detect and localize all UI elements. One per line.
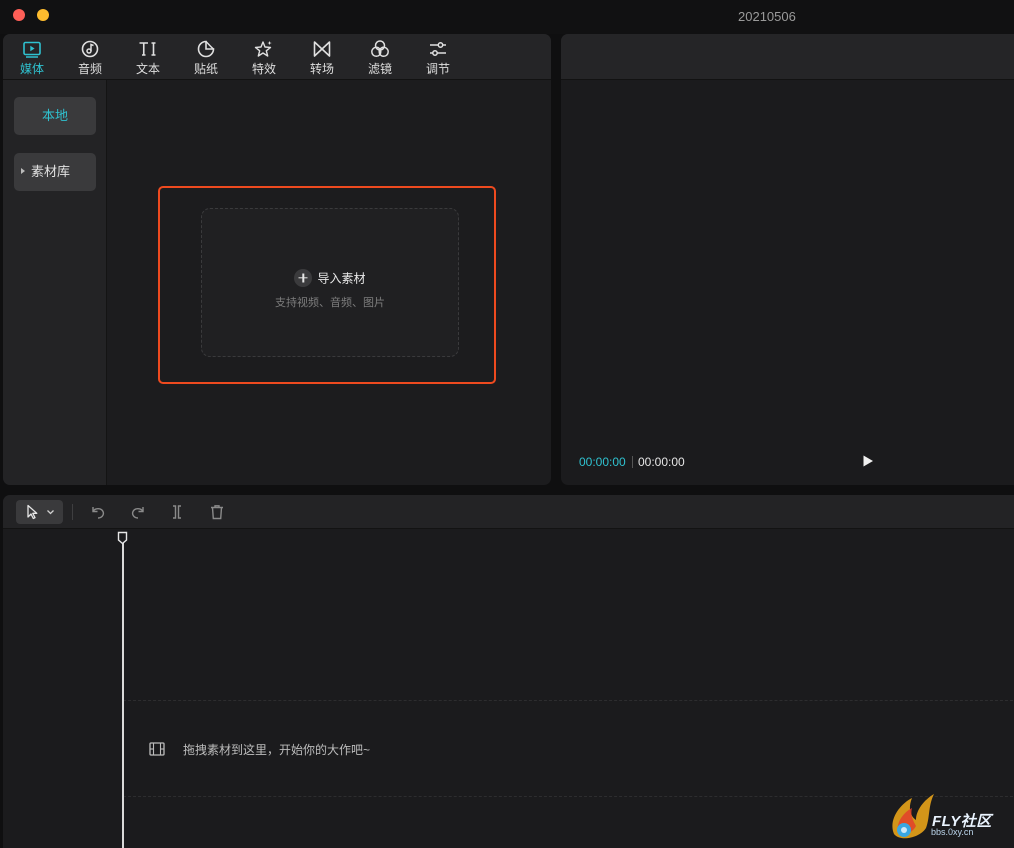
tab-audio[interactable]: 音频	[68, 39, 112, 79]
tab-effects-label: 特效	[251, 62, 276, 76]
tab-filter-label: 滤镜	[367, 62, 392, 76]
watermark-site: bbs.0xy.cn	[931, 827, 974, 837]
media-panel: 媒体 音频 文本 贴纸 特效 转场 滤镜 调节 本地 素材库 导入素材 支持视频…	[3, 34, 551, 485]
tab-adjust-label: 调节	[425, 62, 450, 76]
close-window-button[interactable]	[13, 9, 25, 21]
main-track-dropzone[interactable]: 拖拽素材到这里，开始你的大作吧~	[123, 700, 1014, 797]
preview-panel: 00:00:00 00:00:00	[561, 34, 1014, 485]
sidebar-item-library[interactable]: 素材库	[14, 153, 96, 191]
chevron-down-icon	[47, 510, 54, 515]
play-icon[interactable]	[861, 454, 875, 468]
import-dropzone[interactable]: 导入素材 支持视频、音频、图片	[201, 208, 459, 357]
media-icon	[23, 41, 41, 58]
sidebar-item-library-label: 素材库	[31, 164, 71, 179]
text-icon	[139, 42, 156, 56]
select-tool-button[interactable]	[16, 500, 63, 524]
adjust-icon	[430, 42, 446, 56]
time-divider	[632, 456, 633, 468]
preview-header	[561, 34, 1014, 80]
tab-media-label: 媒体	[19, 62, 44, 76]
caret-right-icon	[21, 168, 25, 174]
toolbar-divider	[72, 504, 73, 520]
title-bar: 20210506	[0, 0, 1014, 34]
track-hint: 拖拽素材到这里，开始你的大作吧~	[183, 743, 371, 757]
import-label: 导入素材	[317, 271, 366, 286]
delete-icon[interactable]	[208, 503, 226, 521]
tab-text-label: 文本	[135, 62, 160, 76]
tab-text[interactable]: 文本	[126, 39, 170, 79]
tab-sticker-label: 贴纸	[193, 62, 218, 76]
effects-icon	[254, 41, 272, 57]
tab-transition[interactable]: 转场	[300, 39, 344, 79]
timeline-toolbar	[3, 495, 1014, 529]
plus-icon	[294, 269, 313, 287]
filter-icon	[371, 40, 389, 58]
film-icon	[149, 742, 165, 756]
tab-audio-label: 音频	[77, 62, 102, 76]
tab-transition-label: 转场	[309, 62, 334, 76]
tab-filter[interactable]: 滤镜	[358, 39, 402, 79]
undo-icon[interactable]	[89, 503, 107, 521]
current-time: 00:00:00	[579, 455, 626, 469]
sidebar-item-local[interactable]: 本地	[14, 97, 96, 135]
redo-icon[interactable]	[129, 503, 147, 521]
minimize-window-button[interactable]	[37, 9, 49, 21]
media-sidebar: 本地 素材库	[3, 80, 107, 485]
window-title: 20210506	[738, 9, 796, 24]
transition-icon	[313, 41, 331, 57]
playhead-handle-icon[interactable]	[117, 531, 128, 545]
timeline-panel: 拖拽素材到这里，开始你的大作吧~	[3, 495, 1014, 848]
playhead-line[interactable]	[122, 543, 124, 848]
split-icon[interactable]	[168, 503, 186, 521]
tab-sticker[interactable]: 贴纸	[184, 39, 228, 79]
asset-toolbar: 媒体 音频 文本 贴纸 特效 转场 滤镜 调节	[3, 34, 551, 80]
tab-effects[interactable]: 特效	[242, 39, 286, 79]
audio-icon	[81, 40, 99, 58]
import-button[interactable]: 导入素材	[202, 269, 458, 287]
tab-adjust[interactable]: 调节	[416, 39, 460, 79]
import-hint: 支持视频、音频、图片	[275, 297, 385, 309]
sticker-icon	[197, 40, 215, 58]
cursor-icon	[27, 504, 38, 520]
tab-media[interactable]: 媒体	[10, 39, 54, 79]
total-time: 00:00:00	[638, 455, 685, 469]
